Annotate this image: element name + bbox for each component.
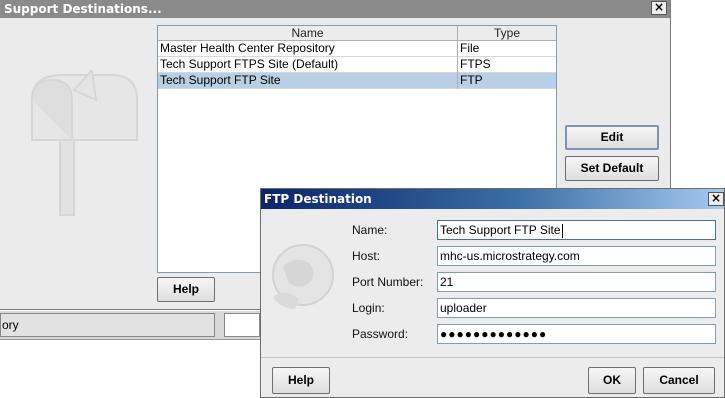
- background-window-strip: ory: [0, 311, 262, 340]
- globe-icon: [272, 244, 334, 309]
- text-caret: [561, 223, 563, 238]
- ftp-destination-title: FTP Destination: [261, 189, 724, 209]
- name-input[interactable]: Tech Support FTP Site: [437, 220, 716, 240]
- password-label: Password:: [352, 327, 409, 341]
- host-label: Host:: [352, 249, 381, 263]
- row-name-cell: Tech Support FTP Site: [160, 73, 281, 87]
- row-type-cell: FTPS: [460, 57, 491, 71]
- column-header-name[interactable]: Name: [158, 26, 458, 41]
- set-default-button[interactable]: Set Default: [565, 156, 659, 181]
- ok-button[interactable]: OK: [588, 367, 636, 394]
- background-box[interactable]: [224, 313, 260, 337]
- host-input[interactable]: mhc-us.microstrategy.com: [437, 246, 716, 266]
- login-label: Login:: [352, 301, 385, 315]
- port-label: Port Number:: [352, 275, 424, 289]
- table-row-selected[interactable]: Tech Support FTP Site FTP: [158, 73, 556, 89]
- row-type-cell: File: [460, 41, 480, 55]
- login-input[interactable]: uploader: [437, 298, 716, 318]
- row-name-cell: Tech Support FTPS Site (Default): [160, 57, 339, 71]
- background-field[interactable]: ory: [0, 313, 215, 337]
- table-row[interactable]: Master Health Center Repository File: [158, 41, 556, 57]
- help-button[interactable]: Help: [157, 277, 215, 302]
- column-divider: [457, 41, 458, 89]
- help-button[interactable]: Help: [272, 367, 330, 394]
- ftp-destination-dialog: FTP Destination × Name: Tech Support FTP…: [260, 188, 725, 398]
- close-icon[interactable]: ×: [651, 1, 667, 15]
- edit-button[interactable]: Edit: [565, 125, 659, 150]
- cancel-button[interactable]: Cancel: [643, 367, 715, 394]
- name-label: Name:: [352, 223, 388, 237]
- table-row[interactable]: Tech Support FTPS Site (Default) FTPS: [158, 57, 556, 73]
- column-header-type[interactable]: Type: [458, 26, 556, 41]
- mailbox-icon: [31, 70, 138, 216]
- port-input[interactable]: 21: [437, 272, 716, 292]
- table-header: Name Type: [158, 26, 556, 41]
- row-type-cell: FTP: [460, 73, 483, 87]
- row-name-cell: Master Health Center Repository: [160, 41, 335, 55]
- button-separator: [261, 357, 724, 358]
- close-icon[interactable]: ×: [708, 192, 724, 206]
- password-input[interactable]: ●●●●●●●●●●●●●: [437, 324, 716, 344]
- support-destinations-title: Support Destinations...: [0, 0, 670, 18]
- name-value: Tech Support FTP Site: [440, 223, 561, 237]
